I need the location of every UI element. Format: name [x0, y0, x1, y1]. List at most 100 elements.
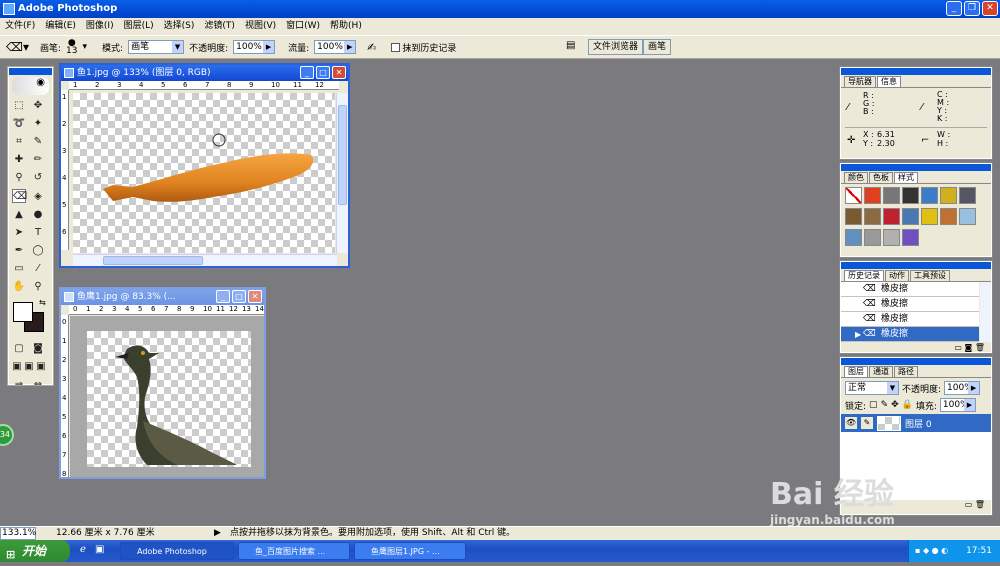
lock-move-icon[interactable]: ✥ — [891, 400, 899, 410]
hand-tool-icon[interactable]: ✋ — [12, 280, 26, 294]
quicklaunch-ie-icon[interactable]: ℯ — [80, 544, 86, 555]
dodge-tool-icon[interactable]: ● — [31, 208, 45, 222]
tab-navigator[interactable]: 导航器 — [844, 76, 876, 87]
tab-paths[interactable]: 路径 — [894, 366, 918, 377]
eye-visibility-icon[interactable]: 👁 — [845, 417, 857, 429]
menu-item[interactable]: 编辑(E) — [40, 21, 81, 31]
erase-history-checkbox[interactable] — [391, 42, 401, 52]
foreground-color-swatch[interactable] — [13, 302, 33, 322]
history-brush-tool-icon[interactable]: ↺ — [31, 171, 45, 185]
close-button[interactable]: ✕ — [982, 1, 998, 16]
tab-tool-presets[interactable]: 工具预设 — [910, 270, 950, 281]
zoom-field[interactable]: 133.1% — [0, 527, 36, 540]
history-item[interactable]: ⌫ 橡皮擦 — [841, 297, 979, 312]
blur-tool-icon[interactable]: ▲ — [12, 208, 26, 222]
style-swatch[interactable] — [959, 208, 976, 225]
document-window-fish[interactable]: 鱼1.jpg @ 133% (图层 0, RGB) _ □ ✕ 1234567891… — [59, 63, 350, 268]
vertical-scrollbar[interactable] — [336, 93, 348, 253]
menu-item[interactable]: 窗口(W) — [281, 21, 325, 31]
canvas[interactable] — [73, 93, 335, 253]
panel-titlebar[interactable] — [841, 164, 991, 171]
history-scrollbar[interactable] — [980, 282, 991, 342]
new-layer-icon[interactable]: ▭ — [965, 500, 973, 509]
magic-wand-tool-icon[interactable]: ✦ — [31, 117, 45, 131]
style-swatch[interactable] — [902, 229, 919, 246]
document-window-cormorant[interactable]: 鱼鹰1.jpg @ 83.3% (... _ □ ✕ 0 1 2 3 4 5 6 7 8 9 10 11 1… — [59, 287, 266, 479]
style-swatch[interactable] — [883, 229, 900, 246]
marquee-tool-icon[interactable]: ⬚ — [12, 99, 26, 113]
brush-preset-picker[interactable]: ● 13 — [66, 39, 77, 56]
new-document-icon[interactable]: ▭ — [954, 343, 962, 352]
close-button[interactable]: ✕ — [332, 66, 346, 79]
style-swatch[interactable] — [921, 208, 938, 225]
tab-styles[interactable]: 样式 — [894, 172, 918, 183]
brushes-tab[interactable]: 画笔 — [643, 39, 672, 55]
history-item[interactable]: ⌫ 橡皮擦 — [841, 282, 979, 297]
tab-layers[interactable]: 图层 — [844, 366, 868, 377]
maximize-button[interactable]: □ — [316, 66, 330, 79]
tab-history[interactable]: 历史记录 — [844, 270, 884, 281]
jump-to-imageready-icon[interactable]: ⇒ — [12, 378, 26, 392]
mode-select[interactable]: 画笔 ▼ — [128, 40, 185, 54]
trash-icon[interactable]: 🗑 — [975, 343, 985, 352]
zoom-tool-icon[interactable]: ⚲ — [31, 280, 45, 294]
tab-info[interactable]: 信息 — [877, 76, 901, 87]
style-swatch[interactable] — [959, 187, 976, 204]
style-swatch[interactable] — [864, 229, 881, 246]
trash-icon[interactable]: 🗑 — [975, 500, 985, 509]
task-image-viewer[interactable]: 鱼鹰图层1.JPG - ... — [354, 542, 466, 560]
style-swatch[interactable] — [864, 187, 881, 204]
swap-colors-icon[interactable]: ⇆ — [39, 298, 46, 307]
imageready-icon[interactable]: ⇔ — [31, 378, 45, 392]
adobe-online-icon[interactable]: ◉ — [12, 77, 49, 95]
scroll-thumb[interactable] — [338, 105, 347, 205]
brush-link-icon[interactable]: ✎ — [861, 417, 873, 429]
style-swatch[interactable] — [845, 187, 862, 204]
style-swatch[interactable] — [940, 208, 957, 225]
eraser-tool-icon[interactable]: ⌫ — [12, 189, 27, 203]
history-item[interactable]: ⌫ 橡皮擦 — [841, 312, 979, 327]
task-browser[interactable]: 鱼_百度图片搜索 ... — [238, 542, 350, 560]
shape-tool-icon[interactable]: ◯ — [31, 244, 45, 258]
panel-titlebar[interactable] — [841, 262, 991, 269]
style-swatch[interactable] — [883, 187, 900, 204]
standard-mode-icon[interactable]: ▢ — [12, 342, 26, 356]
document-titlebar[interactable]: 鱼1.jpg @ 133% (图层 0, RGB) _ □ ✕ — [61, 65, 348, 81]
crop-tool-icon[interactable]: ⌗ — [12, 135, 26, 149]
blend-mode-select[interactable]: 正常 ▼ — [845, 381, 899, 395]
tab-swatches[interactable]: 色板 — [869, 172, 893, 183]
restore-button[interactable]: ❐ — [964, 1, 980, 16]
screen-mode-standard-icon[interactable]: ▣ — [12, 360, 22, 374]
opacity-input[interactable]: 100% ▶ — [233, 40, 276, 54]
style-swatch[interactable] — [940, 187, 957, 204]
horizontal-scrollbar[interactable] — [73, 254, 337, 266]
path-selection-tool-icon[interactable]: ➤ — [12, 226, 26, 240]
quicklaunch-desktop-icon[interactable]: ▣ — [95, 544, 104, 555]
notes-tool-icon[interactable]: ▭ — [12, 262, 26, 276]
style-swatch[interactable] — [902, 187, 919, 204]
style-swatch[interactable] — [845, 208, 862, 225]
move-tool-icon[interactable]: ✥ — [31, 99, 45, 113]
healing-brush-tool-icon[interactable]: ✚ — [12, 153, 26, 167]
style-swatch[interactable] — [921, 187, 938, 204]
eraser-tool-icon[interactable]: ⌫▾ — [6, 40, 29, 54]
panel-titlebar[interactable] — [841, 358, 991, 365]
paint-bucket-tool-icon[interactable]: ◈ — [31, 190, 45, 204]
task-photoshop[interactable]: Adobe Photoshop — [120, 542, 234, 560]
tray-icons[interactable]: ▪ ◆ ● ◐ — [915, 540, 948, 562]
lock-all-icon[interactable]: 🔒 — [902, 400, 913, 410]
toolbox-titlebar[interactable] — [9, 68, 52, 75]
style-swatch[interactable] — [864, 208, 881, 225]
type-tool-icon[interactable]: T — [31, 226, 45, 240]
new-snapshot-icon[interactable]: ◙ — [965, 343, 973, 352]
layer-row[interactable]: 👁 ✎ 图层 0 — [841, 414, 991, 432]
slice-tool-icon[interactable]: ✎ — [31, 135, 45, 149]
tab-channels[interactable]: 通道 — [869, 366, 893, 377]
tab-actions[interactable]: 动作 — [885, 270, 909, 281]
side-badge[interactable]: 34 — [0, 424, 14, 446]
pen-tool-icon[interactable]: ✒ — [12, 244, 26, 258]
lasso-tool-icon[interactable]: ➰ — [12, 117, 26, 131]
style-swatch[interactable] — [845, 229, 862, 246]
style-swatch[interactable] — [902, 208, 919, 225]
minimize-button[interactable]: _ — [946, 1, 962, 16]
